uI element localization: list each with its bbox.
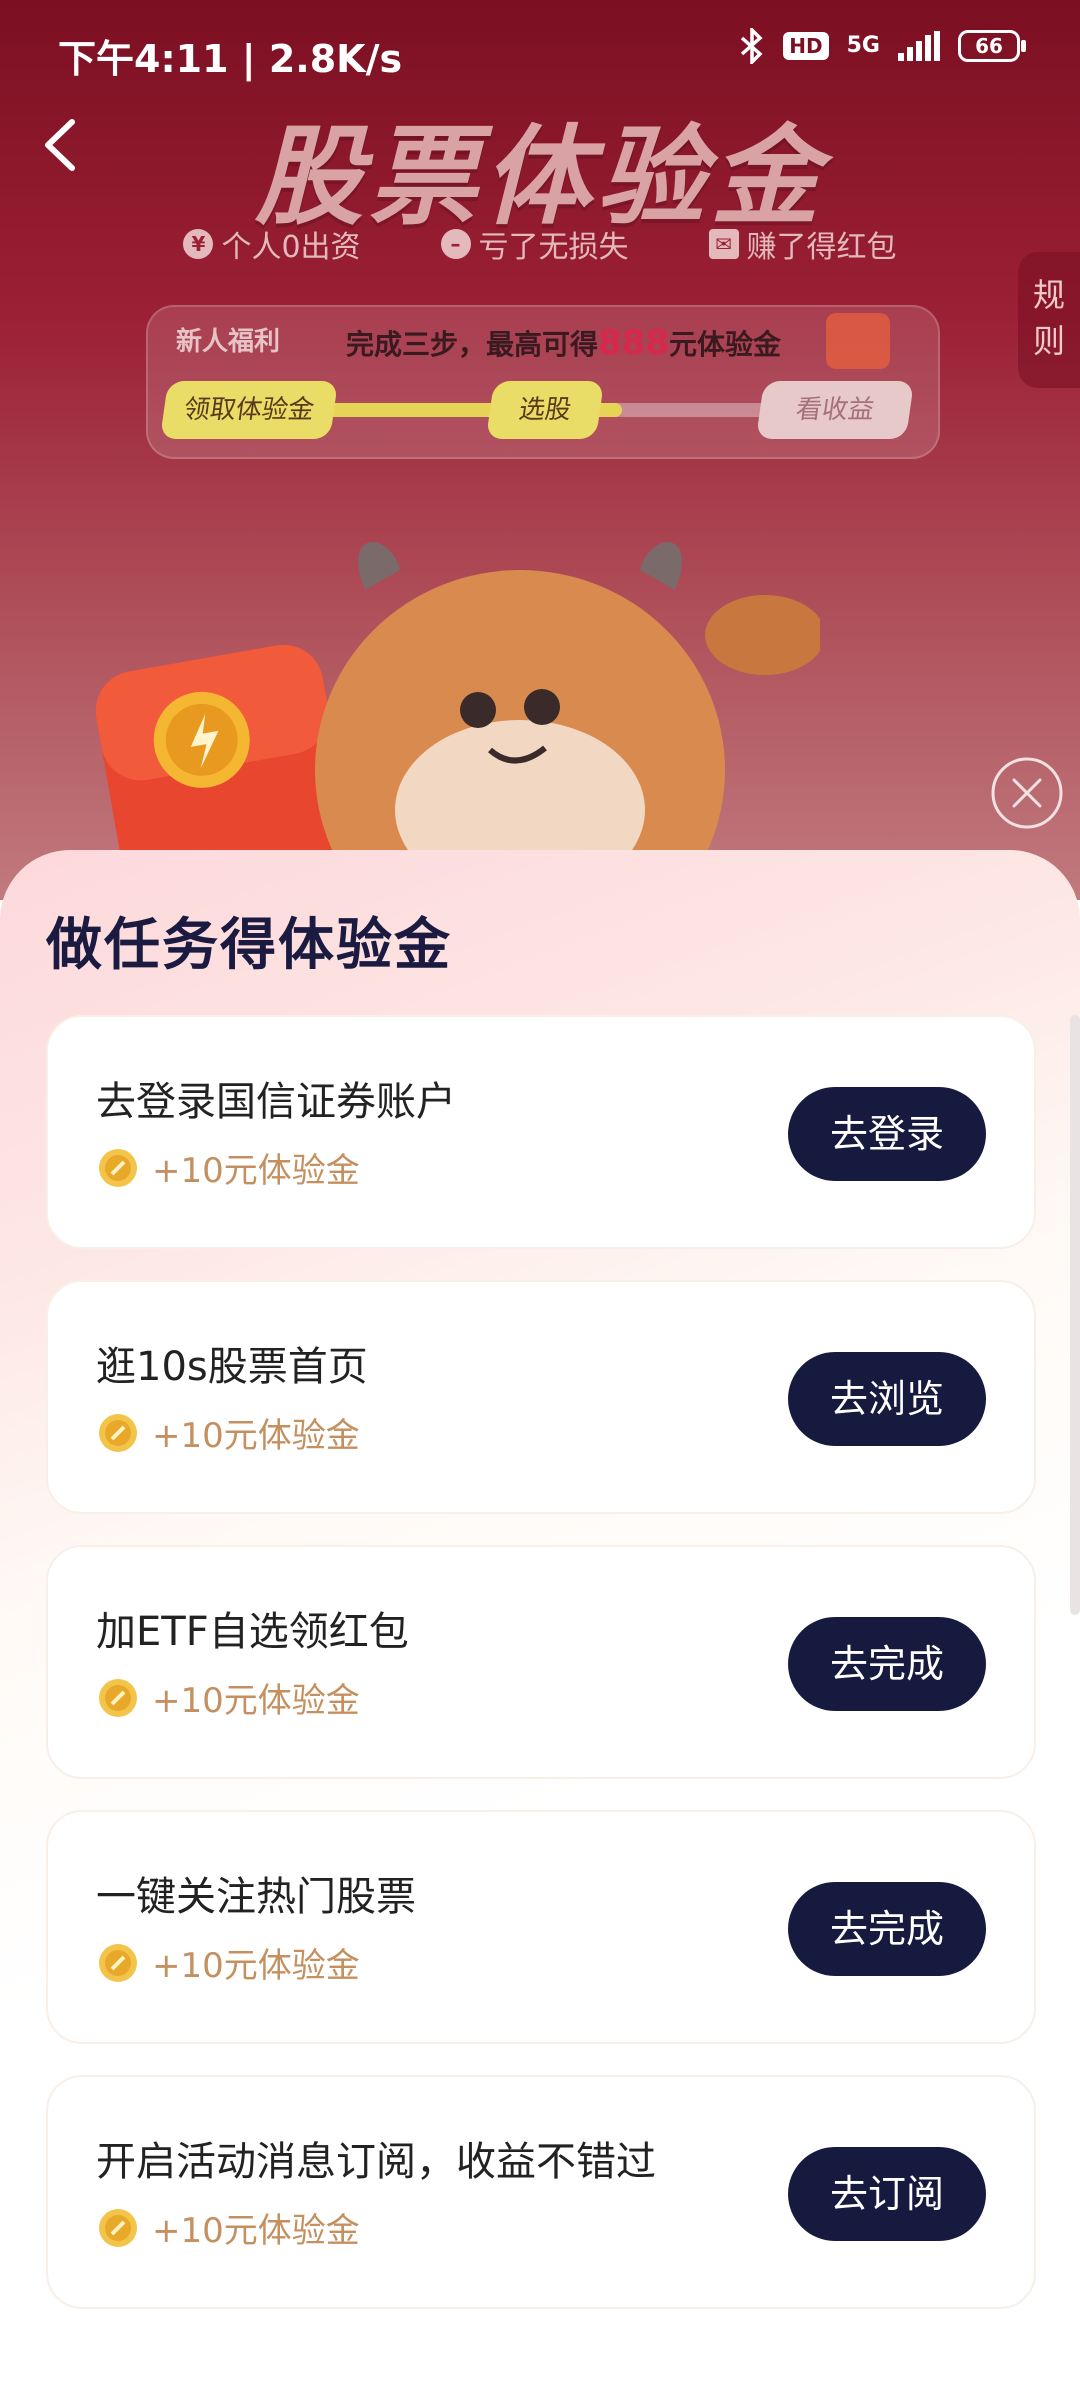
progress-amount: 888 bbox=[598, 323, 669, 363]
hero-banner: 下午4:11 | 2.8K/s HD 5G 66 股票体验金 ¥ 个人0出资 –… bbox=[0, 0, 1080, 900]
task-title: 去登录国信证券账户 bbox=[96, 1079, 456, 1125]
step-pick-stock[interactable]: 选股 bbox=[485, 381, 605, 439]
perk-item: ¥ 个人0出资 bbox=[183, 222, 361, 266]
yen-icon: ¥ bbox=[183, 229, 214, 259]
progress-text: 完成三步，最高可得888元体验金 bbox=[346, 323, 781, 363]
perk-label: 个人0出资 bbox=[221, 230, 361, 265]
coin-icon bbox=[99, 1413, 137, 1452]
complete-button[interactable]: 去完成 bbox=[788, 1617, 986, 1711]
hd-badge: HD bbox=[783, 32, 829, 60]
task-card: 去登录国信证券账户 +10元体验金 去登录 bbox=[46, 1015, 1036, 1249]
minus-icon: – bbox=[440, 229, 471, 259]
rules-button[interactable]: 规则 bbox=[1018, 252, 1080, 388]
newbie-label: 新人福利 bbox=[176, 327, 281, 357]
reward-text: +10元体验金 bbox=[152, 1151, 360, 1191]
status-time: 下午4:11 | 2.8K/s bbox=[58, 37, 403, 81]
close-icon[interactable] bbox=[974, 740, 1080, 846]
subscribe-button[interactable]: 去订阅 bbox=[788, 2147, 986, 2241]
task-reward: +10元体验金 bbox=[98, 1673, 360, 1722]
battery-icon: 66 bbox=[958, 30, 1026, 62]
task-reward: +10元体验金 bbox=[98, 1408, 360, 1457]
signal-icon bbox=[898, 31, 940, 61]
task-reward: +10元体验金 bbox=[98, 2203, 360, 2252]
perk-item: – 亏了无损失 bbox=[440, 222, 629, 266]
task-card: 逛10s股票首页 +10元体验金 去浏览 bbox=[46, 1280, 1036, 1514]
perk-label: 赚了得红包 bbox=[746, 230, 897, 265]
step-claim[interactable]: 领取体验金 bbox=[159, 381, 339, 439]
reward-text: +10元体验金 bbox=[152, 1681, 360, 1721]
perk-item: ✉ 赚了得红包 bbox=[708, 222, 897, 266]
coin-icon bbox=[99, 1943, 137, 1982]
task-title: 开启活动消息订阅，收益不错过 bbox=[96, 2139, 656, 2185]
task-card: 一键关注热门股票 +10元体验金 去完成 bbox=[46, 1810, 1036, 2044]
task-sheet: 做任务得体验金 去登录国信证券账户 +10元体验金 去登录 逛10s股票首页 +… bbox=[0, 850, 1080, 2400]
perks-row: ¥ 个人0出资 – 亏了无损失 ✉ 赚了得红包 bbox=[0, 222, 1080, 266]
reward-text: +10元体验金 bbox=[152, 1416, 360, 1456]
progress-card: 新人福利 完成三步，最高可得888元体验金 领取体验金 选股 看收益 bbox=[146, 305, 940, 459]
reward-text: +10元体验金 bbox=[152, 2211, 360, 2251]
complete-button[interactable]: 去完成 bbox=[788, 1882, 986, 1976]
gift-icon bbox=[826, 313, 890, 369]
scrollbar[interactable] bbox=[1070, 1015, 1080, 1615]
task-title: 加ETF自选领红包 bbox=[96, 1609, 409, 1655]
bluetooth-icon bbox=[741, 28, 763, 64]
task-list: 去登录国信证券账户 +10元体验金 去登录 逛10s股票首页 +10元体验金 去… bbox=[46, 1015, 1036, 2340]
progress-text-prefix: 完成三步，最高可得 bbox=[346, 328, 599, 361]
task-card: 加ETF自选领红包 +10元体验金 去完成 bbox=[46, 1545, 1036, 1779]
step-view-earnings[interactable]: 看收益 bbox=[755, 381, 915, 439]
status-icons: HD 5G 66 bbox=[739, 28, 1026, 64]
status-bar: 下午4:11 | 2.8K/s HD 5G 66 bbox=[0, 0, 1080, 100]
red-envelope-icon: ✉ bbox=[708, 229, 739, 259]
task-title: 逛10s股票首页 bbox=[96, 1344, 368, 1390]
bull-mascot-illustration bbox=[95, 542, 820, 900]
rules-label: 规则 bbox=[1032, 276, 1065, 360]
perk-label: 亏了无损失 bbox=[478, 230, 629, 265]
task-title: 一键关注热门股票 bbox=[96, 1874, 416, 1920]
task-card: 开启活动消息订阅，收益不错过 +10元体验金 去订阅 bbox=[46, 2075, 1036, 2309]
login-button[interactable]: 去登录 bbox=[788, 1087, 986, 1181]
coin-icon bbox=[99, 2208, 137, 2247]
coin-icon bbox=[99, 1148, 137, 1187]
reward-text: +10元体验金 bbox=[152, 1946, 360, 1986]
sheet-title: 做任务得体验金 bbox=[46, 913, 452, 978]
network-type: 5G bbox=[846, 33, 880, 58]
browse-button[interactable]: 去浏览 bbox=[788, 1352, 986, 1446]
progress-text-suffix: 元体验金 bbox=[669, 328, 782, 361]
task-reward: +10元体验金 bbox=[98, 1143, 360, 1192]
coin-icon bbox=[99, 1678, 137, 1717]
task-reward: +10元体验金 bbox=[98, 1938, 360, 1987]
